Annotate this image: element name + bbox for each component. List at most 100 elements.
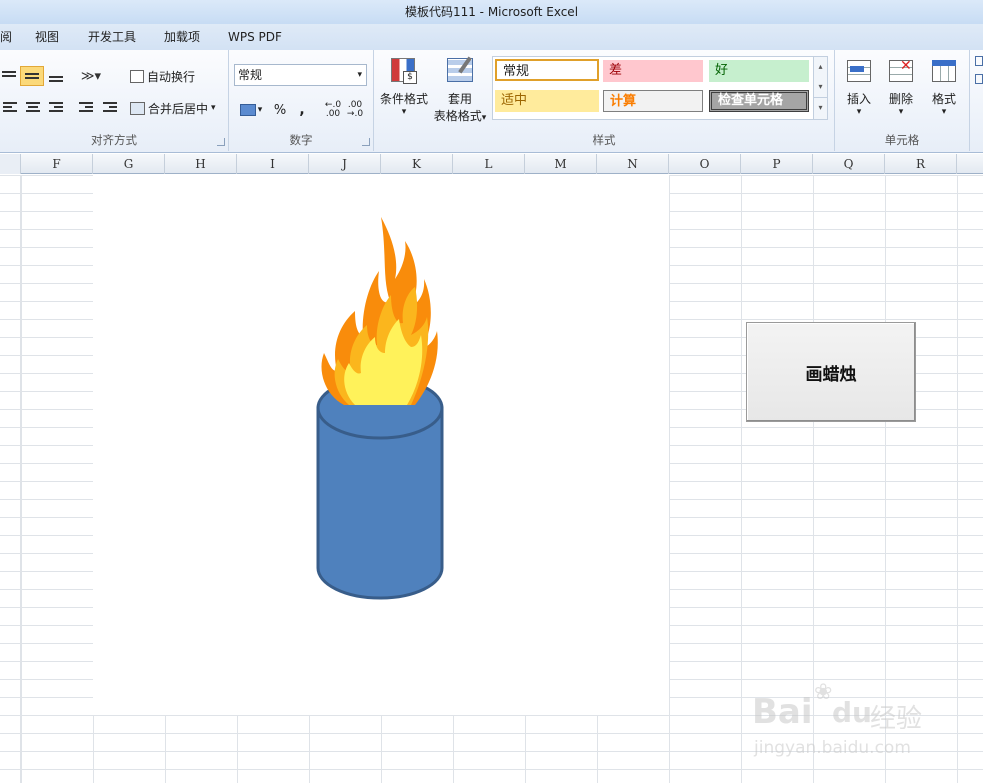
increase-indent-button[interactable] [100,98,120,118]
cell-style-good[interactable]: 好 [709,60,809,82]
format-as-table-dropdown-icon: ▾ [481,113,487,123]
cell-style-normal[interactable]: 常规 [495,59,599,81]
number-format-select[interactable]: 常规 ▾ [234,64,367,86]
merge-center-icon [130,101,145,115]
column-header[interactable]: Q [813,154,885,174]
merge-center-button[interactable]: 合并后居中 ▾ [130,98,225,118]
alignment-group-label: 对齐方式 [91,133,137,147]
percent-icon: % [273,102,287,118]
alignment-dialog-launcher[interactable] [217,138,225,146]
accounting-format-button[interactable]: ▾ [235,100,267,120]
align-left-button[interactable] [0,98,20,118]
cell-style-bad-label: 差 [609,63,623,78]
insert-cells-button[interactable]: 插入 ▾ [841,56,877,117]
column-header[interactable]: R [885,154,957,174]
cell-style-calculation[interactable]: 计算 [603,90,703,112]
gallery-scroll-down-icon[interactable]: ▾ [814,77,827,97]
draw-candle-button[interactable]: 画蜡烛 [746,322,916,422]
currency-icon [239,104,256,116]
delete-cells-icon: ✕ [886,56,916,86]
format-as-table-label-1: 套用 [447,92,472,106]
wrap-text-button[interactable]: 自动换行 [130,66,205,86]
format-as-table-button[interactable]: 套用 表格格式▾ [430,56,490,124]
format-as-table-icon [445,56,475,86]
gallery-scroll-up-icon[interactable]: ▴ [814,57,827,77]
candle-drawing[interactable] [93,175,669,715]
align-center-icon [25,101,41,115]
cell-style-bad[interactable]: 差 [603,60,703,82]
delete-cells-button[interactable]: ✕ 删除 ▾ [883,56,919,117]
percent-style-button[interactable]: % [271,100,289,120]
cell-style-neutral-label: 适中 [501,93,528,108]
accounting-dropdown-icon: ▾ [257,105,263,115]
insert-cells-label: 插入 [846,92,871,106]
alignment-group: ≫▾ 自动换行 合并后居中 ▾ 对齐方式 [0,50,229,151]
align-middle-icon [24,69,40,83]
cell-style-check-cell[interactable]: 检查单元格 [709,90,809,112]
column-header[interactable]: K [381,154,453,174]
conditional-formatting-button[interactable]: $ 条件格式 ▾ [376,56,432,117]
cell-style-normal-label: 常规 [503,64,530,79]
insert-cells-icon [844,56,874,86]
align-top-icon [1,69,17,83]
gallery-scrollbar[interactable]: ▴ ▾ ▾ [813,57,827,119]
cell-styles-gallery: 常规 差 好 适中 计算 检查单元格 ▴ ▾ ▾ [492,56,828,120]
column-header-partial[interactable] [957,154,983,174]
insert-dropdown-icon: ▾ [856,107,862,117]
decrease-indent-button[interactable] [76,98,96,118]
decrease-decimal-button[interactable]: .00 →.0 [345,100,365,120]
align-right-icon [48,101,64,115]
column-header[interactable]: F [21,154,93,174]
increase-indent-icon [102,101,118,115]
format-as-table-label-2: 表格格式 [433,109,482,123]
window-title: 模板代码111 - Microsoft Excel [404,5,579,19]
number-dialog-launcher[interactable] [362,138,370,146]
editing-group-partial [975,56,983,116]
column-header[interactable]: H [165,154,237,174]
tab-wps-pdf[interactable]: WPS PDF [228,24,282,50]
tab-view[interactable]: 视图 [35,24,59,50]
draw-candle-button-label: 画蜡烛 [805,364,857,385]
column-header[interactable]: M [525,154,597,174]
merge-dropdown-arrow-icon: ▾ [211,103,216,113]
ribbon: ≫▾ 自动换行 合并后居中 ▾ 对齐方式 常规 ▾ ▾ % , ←.0 .00 … [0,50,983,153]
column-header[interactable]: I [237,154,309,174]
format-cells-label: 格式 [931,92,956,106]
column-header[interactable]: L [453,154,525,174]
watermark-brand-2: du [832,696,872,729]
decrease-indent-icon [78,101,94,115]
column-header[interactable]: N [597,154,669,174]
column-header[interactable]: G [93,154,165,174]
ribbon-tab-strip: 阅 视图 开发工具 加载项 WPS PDF [0,24,983,50]
align-right-button[interactable] [46,98,66,118]
column-header-partial[interactable] [0,154,21,174]
cells-group-label: 单元格 [884,133,920,147]
format-cells-button[interactable]: 格式 ▾ [925,56,963,117]
tab-addins[interactable]: 加载项 [164,24,200,50]
cell-style-good-label: 好 [715,63,729,78]
conditional-formatting-icon: $ [389,56,419,86]
column-header[interactable]: O [669,154,741,174]
increase-decimal-button[interactable]: ←.0.00 [323,100,343,120]
comma-style-button[interactable]: , [293,100,311,120]
align-center-button[interactable] [22,98,44,118]
delete-dropdown-icon: ▾ [898,107,904,117]
cell-style-calculation-label: 计算 [610,94,637,109]
column-header[interactable]: P [741,154,813,174]
paw-icon: ❀ [814,680,833,705]
watermark-site: 经验 [870,704,923,734]
align-bottom-button[interactable] [46,66,66,86]
cell-style-neutral[interactable]: 适中 [495,90,599,112]
align-middle-button[interactable] [20,66,44,86]
tab-developer[interactable]: 开发工具 [88,24,136,50]
window-title-bar: 模板代码111 - Microsoft Excel [0,0,983,24]
gallery-more-icon[interactable]: ▾ [814,97,827,118]
tab-review[interactable]: 阅 [0,24,12,50]
increase-decimal-icon: ←.0.00 [324,100,342,119]
conditional-formatting-label: 条件格式 [379,92,428,106]
column-header[interactable]: J [309,154,381,174]
align-top-button[interactable] [0,66,18,86]
conditional-formatting-dropdown-icon: ▾ [401,107,407,117]
drawing-canvas[interactable] [93,175,669,715]
orientation-button[interactable]: ≫▾ [76,66,106,86]
